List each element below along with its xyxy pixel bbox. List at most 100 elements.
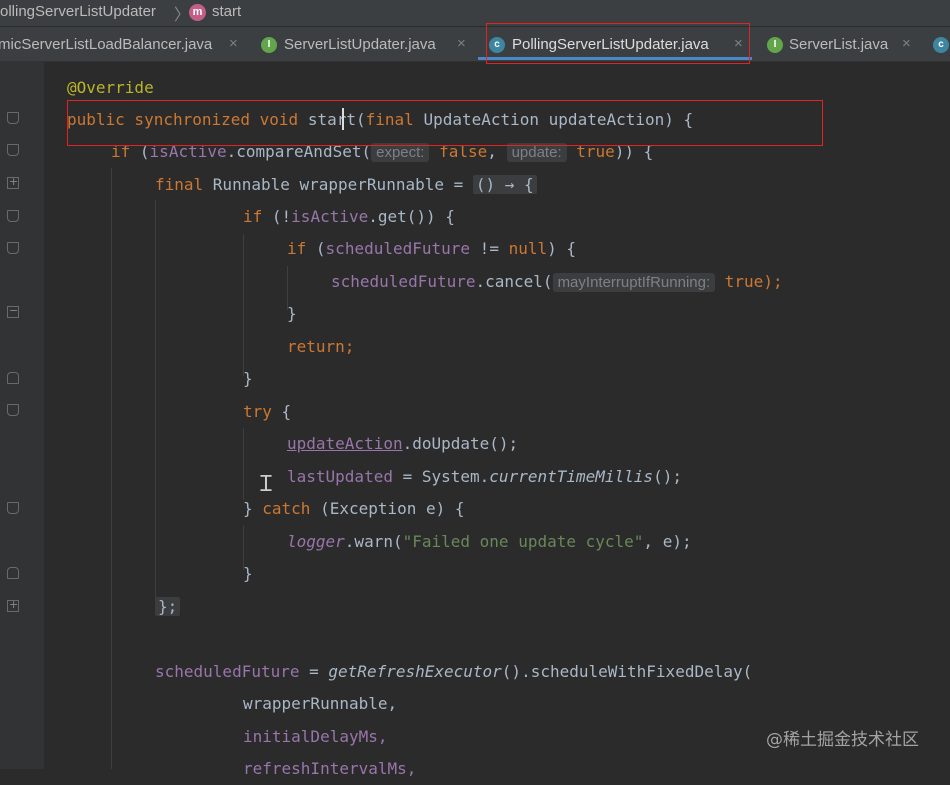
code-line: logger.warn("Failed one update cycle", e… [287, 526, 692, 558]
code-line: scheduledFuture.cancel(mayInterruptIfRun… [331, 266, 783, 298]
breadcrumb-separator: 〉 [174, 7, 191, 24]
code-line: return; [287, 331, 354, 363]
fold-icon[interactable] [7, 242, 19, 254]
code-token: { [271, 402, 292, 421]
field: scheduledFuture [325, 239, 471, 258]
parameter-hint: mayInterruptIfRunning: [552, 273, 716, 292]
tab-label: ServerListUpdater.java [284, 36, 436, 53]
interface-icon: I [767, 37, 783, 53]
field: lastUpdated [287, 467, 393, 486]
code-highlight-box [67, 100, 823, 146]
keyword: return; [287, 337, 355, 356]
field: logger [287, 532, 345, 551]
code-line: final Runnable wrapperRunnable = () → { [155, 169, 537, 201]
breadcrumb: ollingServerListUpdater 〉 m start [0, 0, 950, 26]
close-icon[interactable]: × [902, 35, 911, 52]
field: scheduledFuture [155, 662, 300, 681]
code-token: Runnable wrapperRunnable = [212, 175, 473, 194]
code-line: if (scheduledFuture != null) { [287, 233, 576, 265]
method-icon: m [189, 4, 206, 21]
code-token: wrapperRunnable, [243, 694, 398, 713]
code-token: ); [763, 272, 783, 291]
tab-server-list-updater[interactable]: I ServerListUpdater.java × [258, 27, 478, 61]
indent-guide [111, 168, 112, 769]
code-line: }; [155, 591, 181, 623]
code-token: } [287, 304, 297, 323]
fold-collapse-icon[interactable] [7, 304, 19, 318]
keyword: true [724, 272, 764, 291]
static-method: currentTimeMillis [489, 467, 654, 486]
fold-icon[interactable] [7, 404, 19, 416]
string-literal: "Failed one update cycle" [402, 532, 644, 551]
keyword: if [243, 207, 272, 226]
tab-server-list[interactable]: I ServerList.java × [764, 27, 924, 61]
field: initialDelayMs, [243, 727, 388, 746]
code-token: .doUpdate(); [402, 434, 519, 453]
ibeam-cursor-icon: Ｉ [255, 472, 278, 497]
breadcrumb-class[interactable]: ollingServerListUpdater [0, 3, 156, 20]
code-token: } [243, 369, 253, 388]
code-token: ) { [547, 239, 577, 258]
fold-end-icon[interactable] [7, 372, 19, 384]
fold-icon[interactable] [7, 502, 19, 514]
code-line: lastUpdated = System.currentTimeMillis()… [287, 461, 682, 493]
code-line: if (!isActive.get()) { [243, 201, 455, 233]
code-token: .cancel( [475, 272, 553, 291]
tab-label: micServerListLoadBalancer.java [0, 36, 213, 53]
code-token: } [243, 564, 253, 583]
indent-guide [243, 428, 244, 500]
close-icon[interactable]: × [229, 35, 238, 52]
method-call: getRefreshExecutor [328, 662, 502, 681]
keyword: final [155, 175, 213, 194]
code-token: (! [271, 207, 292, 226]
code-line: updateAction.doUpdate(); [287, 428, 518, 460]
interface-icon: I [261, 37, 277, 53]
watermark: @稀土掘金技术社区 [766, 730, 919, 750]
close-icon[interactable]: × [457, 35, 466, 52]
code-token: = [299, 662, 329, 681]
field: scheduledFuture [331, 272, 476, 291]
field: isActive [291, 207, 369, 226]
code-line: initialDelayMs, [243, 721, 388, 753]
editor-tabs: micServerListLoadBalancer.java × I Serve… [0, 27, 950, 62]
keyword: if [287, 239, 316, 258]
class-icon: c [933, 37, 949, 53]
editor-gutter [0, 62, 44, 769]
code-token: .get()) { [368, 207, 455, 226]
code-token: (Exception e) { [310, 499, 465, 518]
tab-label: ServerList.java [789, 36, 889, 53]
fold-expand-icon[interactable] [7, 598, 19, 612]
code-line: wrapperRunnable, [243, 688, 397, 720]
breadcrumb-method[interactable]: start [212, 3, 241, 20]
folded-lambda[interactable]: () → { [472, 175, 537, 194]
text-caret [342, 108, 344, 130]
code-line: } [287, 298, 297, 330]
tab-overflow[interactable]: c [931, 27, 950, 61]
code-token: , e); [643, 532, 692, 551]
tab-highlight-box [486, 23, 750, 64]
code-token: = System. [392, 467, 490, 486]
code-token: ( [315, 239, 326, 258]
code-token: } [243, 499, 263, 518]
fold-icon[interactable] [7, 210, 19, 222]
code-line: scheduledFuture = getRefreshExecutor().s… [155, 656, 752, 688]
code-token: ().scheduleWithFixedDelay( [501, 662, 753, 681]
fold-icon[interactable] [7, 112, 19, 124]
code-token: != [470, 239, 509, 258]
code-token: }; [155, 597, 181, 616]
keyword: null [508, 239, 548, 258]
code-token: .warn( [344, 532, 403, 551]
code-token: (); [653, 467, 682, 486]
indent-guide [155, 200, 156, 600]
indent-guide [243, 234, 244, 376]
tab-dynamic-server-list-load-balancer[interactable]: micServerListLoadBalancer.java × [0, 27, 250, 61]
fold-expand-icon[interactable] [7, 175, 19, 189]
keyword: try [243, 402, 272, 421]
fold-icon[interactable] [7, 144, 19, 156]
annotation: @Override [67, 78, 154, 97]
keyword: catch [262, 499, 311, 518]
code-line: } [243, 558, 253, 590]
fold-end-icon[interactable] [7, 567, 19, 579]
field: updateAction [287, 434, 403, 453]
code-line: } [243, 363, 253, 395]
